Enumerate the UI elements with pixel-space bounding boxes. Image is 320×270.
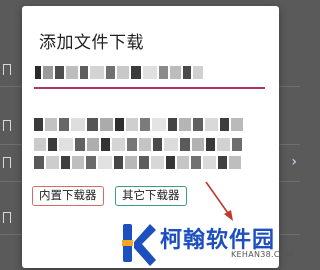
redacted-text <box>220 118 229 131</box>
redacted-text <box>140 118 150 131</box>
redacted-text <box>75 138 85 151</box>
redacted-text <box>72 156 84 169</box>
redacted-text <box>48 138 57 151</box>
redacted-text <box>131 65 141 79</box>
redacted-text <box>87 138 99 151</box>
redacted-text <box>126 118 138 131</box>
redacted-text <box>153 138 162 151</box>
redacted-text <box>183 65 191 79</box>
redacted-text <box>143 65 157 79</box>
redacted-text <box>177 156 189 169</box>
redacted-text <box>125 156 137 169</box>
redacted-text <box>112 138 125 151</box>
redacted-line <box>34 156 241 169</box>
redacted-line <box>34 138 242 151</box>
bookmark-icon <box>3 157 11 172</box>
download-url-input[interactable] <box>35 62 203 82</box>
other-downloader-button[interactable]: 其它下载器 <box>115 186 187 206</box>
redacted-text <box>34 118 43 131</box>
redacted-text <box>106 65 115 79</box>
redacted-text <box>159 65 168 79</box>
redacted-text <box>117 65 129 79</box>
redacted-text <box>114 156 123 169</box>
redacted-text <box>115 118 124 131</box>
redacted-text <box>170 65 181 79</box>
builtin-downloader-label: 内置下载器 <box>39 188 97 203</box>
redacted-text <box>218 156 227 169</box>
redacted-line <box>34 118 243 131</box>
redacted-text <box>127 138 137 151</box>
redacted-text <box>59 138 73 151</box>
redacted-text <box>231 118 243 131</box>
redacted-text <box>86 156 96 169</box>
redacted-text <box>164 138 178 151</box>
dialog-title: 添加文件下载 <box>39 33 144 53</box>
redacted-text <box>100 118 113 131</box>
redacted-text <box>59 118 69 131</box>
redacted-text <box>139 156 149 169</box>
redacted-text <box>34 156 44 169</box>
other-downloader-label: 其它下载器 <box>122 188 180 203</box>
builtin-downloader-button[interactable]: 内置下载器 <box>32 186 104 206</box>
redacted-text <box>71 118 85 131</box>
url-input-underline <box>34 87 265 89</box>
redacted-text <box>232 138 242 151</box>
redacted-text <box>205 118 218 131</box>
redacted-text <box>61 156 70 169</box>
redacted-text <box>192 138 204 151</box>
annotation-arrow-icon <box>205 181 233 221</box>
kehan-logo-icon <box>122 224 156 266</box>
redacted-text <box>45 118 57 131</box>
redacted-text <box>179 118 191 131</box>
redacted-text <box>66 65 78 79</box>
redacted-text <box>90 65 104 79</box>
redacted-text <box>193 65 203 79</box>
redacted-text <box>35 65 41 79</box>
bookmark-icon <box>3 64 11 79</box>
redacted-text <box>166 156 175 169</box>
bookmark-icon <box>3 212 11 227</box>
redacted-text <box>87 118 98 131</box>
redacted-text <box>101 138 110 151</box>
file-description-field[interactable] <box>34 112 266 170</box>
chevron-right-icon: › <box>291 154 297 170</box>
redacted-text <box>191 156 201 169</box>
redacted-text <box>98 156 112 169</box>
redacted-text <box>203 156 216 169</box>
redacted-text <box>217 138 230 151</box>
redacted-text <box>34 138 46 151</box>
redacted-text <box>193 118 203 131</box>
watermark-url: KEHAN38.COM <box>231 250 294 259</box>
redacted-text <box>46 156 59 169</box>
redacted-text <box>168 118 177 131</box>
bookmark-icon <box>3 120 11 135</box>
redacted-text <box>151 156 164 169</box>
redacted-text <box>206 138 215 151</box>
redacted-text <box>55 65 64 79</box>
redacted-text <box>80 65 88 79</box>
redacted-text <box>152 118 166 131</box>
redacted-text <box>43 65 53 79</box>
redacted-text <box>139 138 151 151</box>
redacted-text <box>229 156 241 169</box>
redacted-text <box>180 138 190 151</box>
